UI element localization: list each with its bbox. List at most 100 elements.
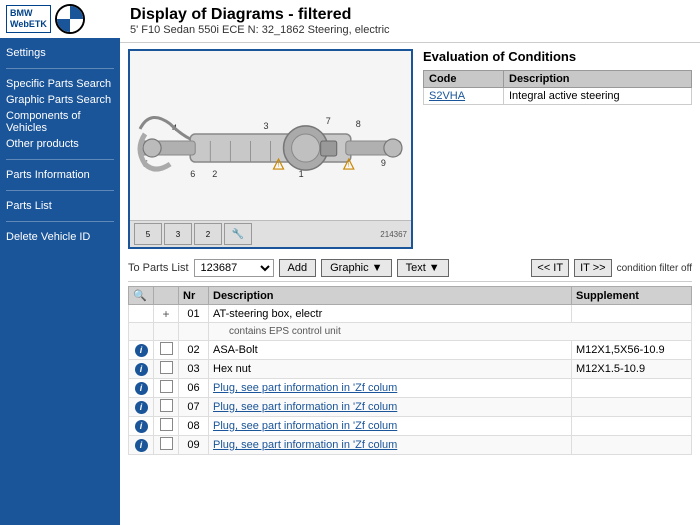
row-description: AT-steering box, electr [209,305,572,323]
row-icon-cell [129,305,154,323]
sidebar: BMWWebETK Settings Specific Parts Search… [0,0,120,525]
parts-table: 🔍 Nr Description Supplement +01AT-steeri… [128,286,692,455]
row-supplement: M12X1,5X56-10.9 [572,341,692,360]
svg-text:2: 2 [212,169,217,179]
row-checkbox-cell [154,341,179,360]
row-checkbox-cell [154,417,179,436]
row-nr: 06 [179,379,209,398]
row-icon-cell: i [129,398,154,417]
row-supplement [572,436,692,455]
thumb-3[interactable]: 2 [194,223,222,245]
graphic-button[interactable]: Graphic ▼ [321,259,391,277]
sidebar-item-parts-list[interactable]: Parts List [6,199,114,213]
page-title: Display of Diagrams - filtered [130,6,690,24]
nav-divider-1 [6,68,114,69]
table-row: i02ASA-BoltM12X1,5X56-10.9 [129,341,692,360]
description-link[interactable]: Plug, see part information in 'Zf colum [213,439,397,451]
table-sub-row: contains EPS control unit [129,323,692,341]
sidebar-item-parts-information[interactable]: Parts Information [6,168,114,182]
diagram-thumbnails: 5 3 2 🔧 214367 [130,220,411,247]
expand-icon[interactable]: + [162,307,169,321]
row-checkbox[interactable] [160,437,173,450]
col-header-check [154,287,179,305]
thumb-tool[interactable]: 🔧 [224,223,252,245]
row-supplement [572,305,692,323]
row-checkbox-cell [154,360,179,379]
text-button[interactable]: Text ▼ [397,259,449,277]
table-row: i 03Hex nutM12X1.5-10.9 [129,360,692,379]
eval-code[interactable]: S2VHA [424,88,504,105]
description-link[interactable]: Plug, see part information in 'Zf colum [213,382,397,394]
col-header-nr: Nr [179,287,209,305]
add-button[interactable]: Add [279,259,317,277]
row-icon-cell: i [129,341,154,360]
row-description: Hex nut [209,360,572,379]
nav-left-button[interactable]: << IT [531,259,569,277]
description-link[interactable]: Plug, see part information in 'Zf colum [213,401,397,413]
nav-right-button[interactable]: IT >> [574,259,611,277]
sidebar-nav: Settings Specific Parts Search Graphic P… [0,38,120,252]
sidebar-item-graphic-parts[interactable]: Graphic Parts Search [6,93,114,107]
row-icon-cell: i [129,379,154,398]
row-checkbox[interactable] [160,418,173,431]
row-description: Plug, see part information in 'Zf colum [209,379,572,398]
evaluation-panel: Evaluation of Conditions Code Descriptio… [423,49,692,249]
table-row: i 09 Plug, see part information in 'Zf col… [129,436,692,455]
row-nr: 08 [179,417,209,436]
sidebar-item-components[interactable]: Components of Vehicles [6,109,114,135]
description-link[interactable]: Plug, see part information in 'Zf colum [213,420,397,432]
thumb-1[interactable]: 5 [134,223,162,245]
svg-text:9: 9 [381,158,386,168]
row-icon-cell: i [129,436,154,455]
svg-text:3: 3 [263,121,268,131]
row-nr: 07 [179,398,209,417]
eval-row: S2VHA Integral active steering [424,88,692,105]
sub-description: contains EPS control unit [209,323,692,341]
evaluation-title: Evaluation of Conditions [423,49,692,64]
sidebar-item-settings[interactable]: Settings [6,46,114,60]
row-description: Plug, see part information in 'Zf colum [209,417,572,436]
sidebar-item-specific-parts[interactable]: Specific Parts Search [6,77,114,91]
row-nr: 01 [179,305,209,323]
etk-logo: BMWWebETK [6,5,51,33]
row-supplement [572,398,692,417]
row-checkbox[interactable] [160,342,173,355]
eval-description: Integral active steering [504,88,692,105]
content-area: 3 7 8 9 4 5 6 2 1 ! ! [120,43,700,525]
eval-col-code: Code [424,71,504,88]
diagram-box[interactable]: 3 7 8 9 4 5 6 2 1 ! ! [128,49,413,249]
evaluation-table: Code Description S2VHA Integral active s… [423,70,692,105]
row-checkbox[interactable] [160,361,173,374]
info-icon[interactable]: i [135,363,148,376]
condition-label: condition filter off [617,263,692,274]
row-description: ASA-Bolt [209,341,572,360]
row-checkbox[interactable] [160,380,173,393]
row-nr: 03 [179,360,209,379]
svg-text:1: 1 [299,169,304,179]
info-icon[interactable]: i [135,401,148,414]
row-nr: 09 [179,436,209,455]
sub-check-cell [154,323,179,341]
info-icon[interactable]: i [135,344,148,357]
col-header-description: Description [209,287,572,305]
page-subtitle: 5' F10 Sedan 550i ECE N: 32_1862 Steerin… [130,24,690,36]
row-description: Plug, see part information in 'Zf colum [209,436,572,455]
row-supplement: M12X1.5-10.9 [572,360,692,379]
diagram-id: 214367 [380,230,407,239]
sidebar-item-other-products[interactable]: Other products [6,137,114,151]
thumb-2[interactable]: 3 [164,223,192,245]
table-row: i 06 Plug, see part information in 'Zf col… [129,379,692,398]
sub-nr-cell [179,323,209,341]
info-icon[interactable]: i [135,382,148,395]
svg-text:6: 6 [190,169,195,179]
nav-divider-2 [6,159,114,160]
row-icon-cell: i [129,360,154,379]
row-checkbox-cell [154,398,179,417]
parts-list-select[interactable]: 123687 [194,259,274,277]
row-checkbox[interactable] [160,399,173,412]
diagram-image: 3 7 8 9 4 5 6 2 1 ! ! [130,51,411,247]
info-icon[interactable]: i [135,420,148,433]
info-icon[interactable]: i [135,439,148,452]
sidebar-item-delete-vehicle[interactable]: Delete Vehicle ID [6,230,114,244]
svg-text:8: 8 [356,119,361,129]
